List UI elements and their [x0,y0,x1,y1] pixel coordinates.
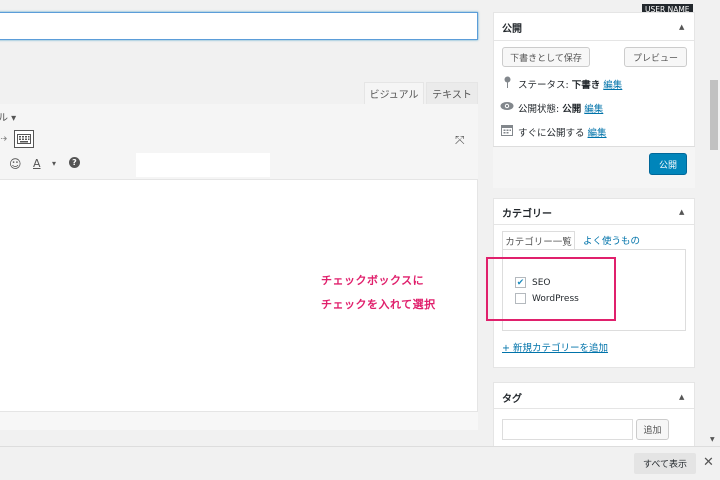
tag-input[interactable] [502,419,633,440]
schedule-edit-link[interactable]: 編集 [588,128,607,139]
status-edit-link[interactable]: 編集 [603,80,622,91]
tab-visual[interactable]: ビジュアル [364,82,424,104]
eye-icon [500,101,514,114]
help-icon[interactable]: ? [69,157,80,168]
add-new-category-link[interactable]: + 新規カテゴリーを追加 [502,340,608,354]
schedule-row: すぐに公開する 編集 [518,125,607,139]
format-select[interactable]: ル ▾ [0,109,16,124]
pin-icon [503,76,512,91]
status-row: ステータス: 下書き 編集 [518,77,622,91]
annotation-highlight-box [486,257,616,321]
annotation-line-2: チェックを入れて選択 [321,298,436,311]
scrollbar-track[interactable] [707,0,720,446]
fullscreen-expand-icon[interactable]: ⤧ [455,133,465,148]
calendar-icon [501,124,513,139]
schedule-label: すぐに公開する [518,128,585,139]
post-title-input[interactable] [0,12,478,40]
toolbar-toggle-button[interactable] [14,130,34,148]
tab-text[interactable]: テキスト [426,82,478,104]
show-all-button[interactable]: すべて表示 [634,453,696,474]
categories-panel-title: カテゴリー [502,209,552,220]
tags-panel [493,382,695,452]
annotation-line-1: チェックボックスに [321,274,425,287]
scrollbar-thumb[interactable] [710,80,718,150]
categories-panel-divider [493,224,695,225]
collapse-caret-icon[interactable]: ▲ [679,208,684,216]
visibility-edit-link[interactable]: 編集 [584,104,603,115]
visibility-value: 公開 [562,104,582,115]
publish-panel-divider [493,40,695,41]
close-icon[interactable]: ✕ [703,455,714,470]
font-color-dropdown-icon[interactable]: ▾ [52,159,56,168]
font-color-icon[interactable]: A [33,157,41,170]
scroll-down-icon[interactable]: ▼ [710,436,715,443]
save-draft-button[interactable]: 下書きとして保存 [502,47,590,67]
tags-panel-divider [493,408,695,409]
emoji-icon[interactable]: ☺ [9,157,22,171]
publish-button[interactable]: 公開 [649,153,687,175]
preview-button[interactable]: プレビュー [624,47,687,67]
editor-status-bar [0,411,478,430]
collapse-caret-icon[interactable]: ▲ [679,23,684,31]
collapse-caret-icon[interactable]: ▲ [679,393,684,401]
toolbar-blank-field [136,153,270,177]
keyboard-icon [17,134,31,144]
tab-all-categories[interactable]: カテゴリー一覧 [502,231,575,250]
download-bar [0,446,720,480]
visibility-label: 公開状態: [518,104,563,115]
editor-toolbar-row-1 [0,104,478,126]
tags-panel-title: タグ [502,394,522,405]
redo-icon[interactable]: ⇢ [0,132,7,145]
add-tag-button[interactable]: 追加 [636,419,669,440]
editor-toolbar-row-2 [0,126,478,154]
status-label: ステータス: [518,80,572,91]
status-value: 下書き [571,80,601,91]
visibility-row: 公開状態: 公開 編集 [518,101,603,115]
tab-most-used[interactable]: よく使うもの [583,233,640,247]
publish-panel-title: 公開 [502,24,522,35]
